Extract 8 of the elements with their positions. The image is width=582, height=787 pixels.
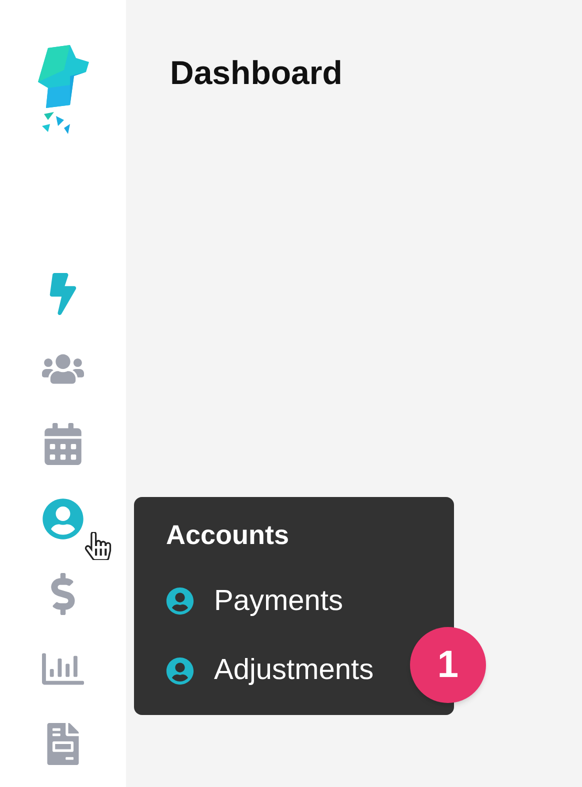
flyout-menu-item[interactable]: Adjustments <box>214 649 374 692</box>
flyout-menu-item[interactable]: Payments <box>214 580 343 623</box>
hand-cursor-icon <box>84 532 112 560</box>
notification-badge: 1 <box>410 627 486 703</box>
user-circle-icon[interactable] <box>42 498 84 540</box>
calendar-icon[interactable] <box>42 423 84 465</box>
flyout-title: Accounts <box>166 519 290 552</box>
page-title: Dashboard <box>170 53 344 93</box>
